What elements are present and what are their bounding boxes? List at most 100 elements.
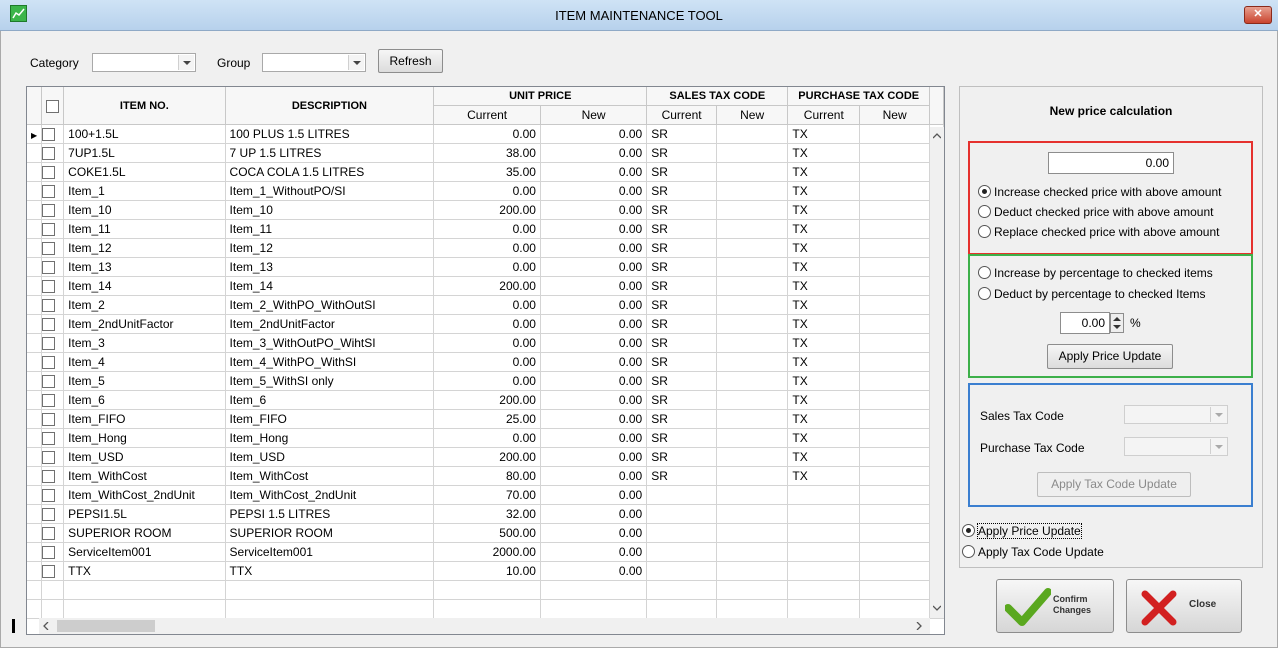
cell-item[interactable]: Item_11 xyxy=(63,219,226,239)
row-checkbox[interactable] xyxy=(42,299,56,313)
header-sales-tax-current[interactable]: Current xyxy=(646,105,717,125)
table-row[interactable]: Item_3 Item_3_WithOutPO_WihtSI 0.00 0.00 SR T… xyxy=(27,333,944,353)
cell-item[interactable]: Item_4 xyxy=(63,352,226,372)
row-checkbox[interactable] xyxy=(42,185,56,199)
cell-cur[interactable]: 0.00 xyxy=(433,295,541,315)
row-checkbox[interactable] xyxy=(42,318,56,332)
select-all-checkbox[interactable] xyxy=(46,99,60,113)
refresh-button[interactable]: Refresh xyxy=(378,49,443,73)
cell-cur[interactable]: 0.00 xyxy=(433,352,541,372)
cell-desc[interactable]: ServiceItem001 xyxy=(225,542,435,562)
cell-item[interactable]: Item_12 xyxy=(63,238,226,258)
cell-stc[interactable] xyxy=(646,504,717,524)
cell-stn[interactable] xyxy=(716,409,789,429)
cell-ptn[interactable] xyxy=(859,428,931,448)
cell-new[interactable]: 0.00 xyxy=(540,314,648,334)
horizontal-scroll-thumb[interactable] xyxy=(57,620,155,632)
cell-ptn[interactable] xyxy=(859,219,931,239)
cell-stc[interactable]: SR xyxy=(646,409,717,429)
scroll-left-icon[interactable] xyxy=(43,622,49,630)
cell-stn[interactable] xyxy=(716,276,789,296)
cell-new[interactable]: 0.00 xyxy=(540,143,648,163)
row-checkbox[interactable] xyxy=(42,261,56,275)
radio-replace-amount[interactable]: Replace checked price with above amount xyxy=(978,225,1219,239)
cell-stn[interactable] xyxy=(716,466,789,486)
cell-item[interactable]: Item_WithCost xyxy=(63,466,226,486)
table-row[interactable]: Item_14 Item_14 200.00 0.00 SR TX xyxy=(27,276,944,296)
cell-ptc[interactable]: TX xyxy=(787,295,861,315)
cell-desc[interactable]: Item_FIFO xyxy=(225,409,435,429)
table-row[interactable]: Item_10 Item_10 200.00 0.00 SR TX xyxy=(27,200,944,220)
cell-desc[interactable]: Item_USD xyxy=(225,447,435,467)
cell-stc[interactable]: SR xyxy=(646,200,717,220)
row-checkbox-cell[interactable] xyxy=(41,200,65,220)
row-checkbox-cell[interactable] xyxy=(41,352,65,372)
cell-desc[interactable]: Item_2ndUnitFactor xyxy=(225,314,435,334)
cell-stc[interactable]: SR xyxy=(646,181,717,201)
cell-ptc[interactable]: TX xyxy=(787,238,861,258)
cell-ptc[interactable]: TX xyxy=(787,352,861,372)
cell-stn[interactable] xyxy=(716,181,789,201)
cell-ptn[interactable] xyxy=(859,295,931,315)
cell-stn[interactable] xyxy=(716,352,789,372)
row-checkbox[interactable] xyxy=(42,489,56,503)
cell-ptc[interactable]: TX xyxy=(787,466,861,486)
cell-stc[interactable] xyxy=(646,523,717,543)
cell-new[interactable]: 0.00 xyxy=(540,162,648,182)
row-checkbox-cell[interactable] xyxy=(41,314,65,334)
table-row[interactable]: TTX TTX 10.00 0.00 xyxy=(27,561,944,581)
cell-ptn[interactable] xyxy=(859,561,931,581)
table-row[interactable]: COKE1.5L COCA COLA 1.5 LITRES 35.00 0.00 SR T… xyxy=(27,162,944,182)
cell-desc[interactable]: Item_WithCost_2ndUnit xyxy=(225,485,435,505)
table-row[interactable]: SUPERIOR ROOM SUPERIOR ROOM 500.00 0.00 xyxy=(27,523,944,543)
horizontal-scrollbar[interactable] xyxy=(39,618,930,634)
cell-desc[interactable]: Item_6 xyxy=(225,390,435,410)
cell-desc[interactable]: Item_4_WithPO_WithSI xyxy=(225,352,435,372)
cell-cur[interactable]: 80.00 xyxy=(433,466,541,486)
cell-cur[interactable]: 500.00 xyxy=(433,523,541,543)
sales-tax-code-dropdown[interactable] xyxy=(1124,405,1228,424)
cell-ptn[interactable] xyxy=(859,333,931,353)
cell-new[interactable]: 0.00 xyxy=(540,542,648,562)
row-checkbox[interactable] xyxy=(42,147,56,161)
cell-desc[interactable]: Item_10 xyxy=(225,200,435,220)
table-row[interactable]: Item_WithCost Item_WithCost 80.00 0.00 SR TX xyxy=(27,466,944,486)
cell-stc[interactable]: SR xyxy=(646,276,717,296)
percentage-stepper[interactable] xyxy=(1110,313,1124,333)
cell-desc[interactable]: 7 UP 1.5 LITRES xyxy=(225,143,435,163)
table-row[interactable]: ServiceItem001 ServiceItem001 2000.00 0.00 xyxy=(27,542,944,562)
items-grid[interactable]: ITEM NO. DESCRIPTION UNIT PRICE SALES TA… xyxy=(26,86,945,635)
cell-new[interactable]: 0.00 xyxy=(540,238,648,258)
row-checkbox-cell[interactable] xyxy=(41,371,65,391)
cell-cur[interactable]: 200.00 xyxy=(433,200,541,220)
cell-ptn[interactable] xyxy=(859,466,931,486)
cell-stc[interactable] xyxy=(646,485,717,505)
cell-ptn[interactable] xyxy=(859,257,931,277)
row-checkbox-cell[interactable] xyxy=(41,523,65,543)
cell-stn[interactable] xyxy=(716,257,789,277)
close-button[interactable]: Close xyxy=(1126,579,1242,633)
row-checkbox-cell[interactable] xyxy=(41,257,65,277)
cell-desc[interactable]: Item_12 xyxy=(225,238,435,258)
cell-stn[interactable] xyxy=(716,504,789,524)
table-row[interactable]: Item_4 Item_4_WithPO_WithSI 0.00 0.00 SR TX xyxy=(27,352,944,372)
cell-ptc[interactable] xyxy=(787,523,861,543)
cell-ptn[interactable] xyxy=(859,371,931,391)
cell-stn[interactable] xyxy=(716,390,789,410)
category-dropdown[interactable] xyxy=(92,53,196,72)
cell-desc[interactable]: Item_WithCost xyxy=(225,466,435,486)
table-row[interactable]: Item_Hong Item_Hong 0.00 0.00 SR TX xyxy=(27,428,944,448)
row-checkbox-cell[interactable] xyxy=(41,333,65,353)
cell-item[interactable]: Item_14 xyxy=(63,276,226,296)
cell-item[interactable]: Item_6 xyxy=(63,390,226,410)
row-checkbox-cell[interactable] xyxy=(41,124,65,144)
row-checkbox[interactable] xyxy=(42,470,56,484)
table-row[interactable]: Item_6 Item_6 200.00 0.00 SR TX xyxy=(27,390,944,410)
cell-desc[interactable]: Item_Hong xyxy=(225,428,435,448)
row-checkbox-cell[interactable] xyxy=(41,219,65,239)
cell-cur[interactable]: 0.00 xyxy=(433,181,541,201)
cell-stn[interactable] xyxy=(716,200,789,220)
cell-cur[interactable]: 0.00 xyxy=(433,124,541,144)
row-checkbox[interactable] xyxy=(42,204,56,218)
row-checkbox-cell[interactable] xyxy=(41,504,65,524)
